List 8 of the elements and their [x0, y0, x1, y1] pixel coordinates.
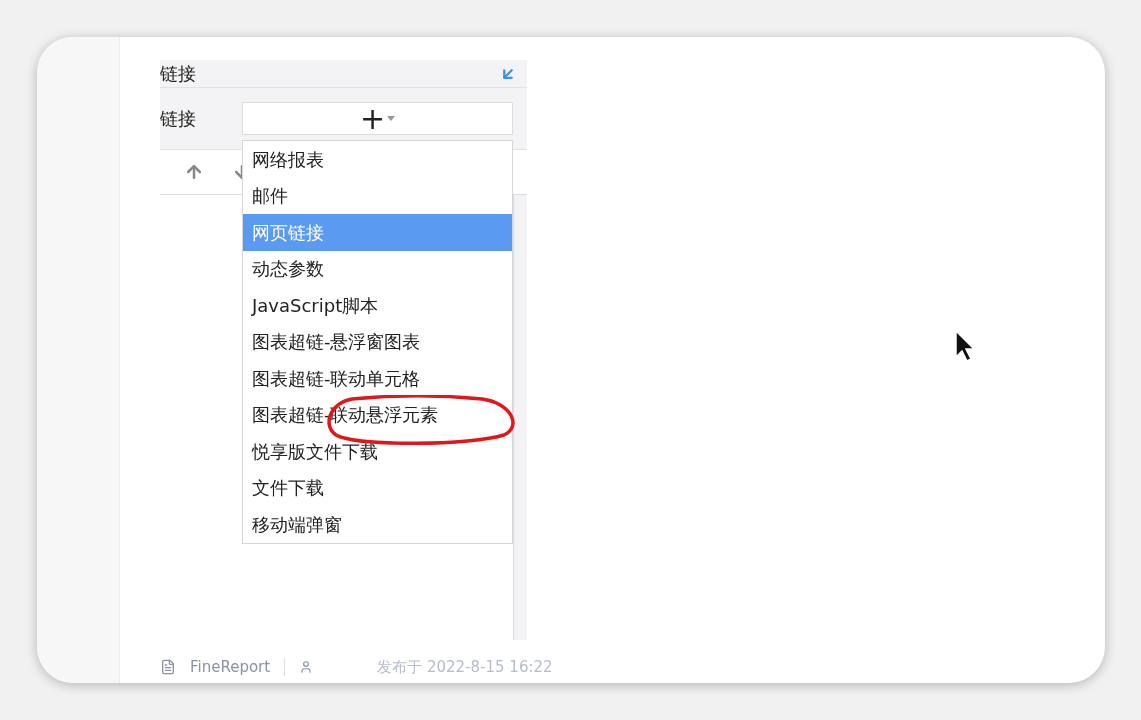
- move-up-icon[interactable]: [184, 162, 204, 182]
- user-icon: [299, 660, 314, 675]
- publish-date: 发布于 2022-8-15 16:22: [377, 657, 553, 678]
- document-icon: [160, 659, 176, 676]
- caret-icon: [387, 116, 396, 121]
- panel-title: 链接: [160, 62, 196, 86]
- link-label: 链接: [160, 107, 197, 131]
- add-dropdown-button[interactable]: +: [242, 102, 513, 135]
